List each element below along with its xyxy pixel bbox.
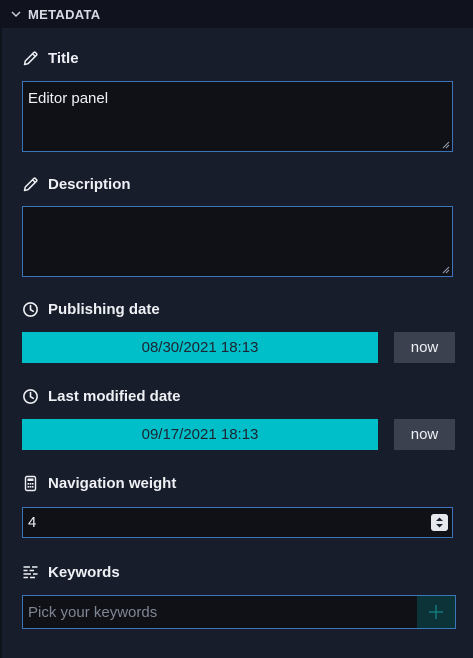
keywords-input[interactable]: Pick your keywords [22,595,456,629]
clock-icon [23,388,38,404]
pencil-icon [23,50,38,65]
description-label: Description [22,175,131,193]
add-keyword-button[interactable] [417,596,455,628]
section-title: METADATA [28,7,101,22]
keywords-label: Keywords [22,563,120,581]
clock-icon [23,301,38,317]
left-rail [0,28,2,658]
metadata-section-header[interactable]: METADATA [0,0,473,28]
resize-grip-icon[interactable] [442,141,450,149]
last-modified-date-input[interactable]: 09/17/2021 18:13 [22,419,378,450]
navigation-weight-value: 4 [28,514,37,531]
last-modified-date-label-text: Last modified date [48,387,181,405]
plus-icon [429,605,443,619]
navigation-weight-input[interactable]: 4 [22,507,453,538]
navigation-weight-label: Navigation weight [22,474,176,492]
number-spinner-icon[interactable] [431,514,448,531]
last-modified-date-label: Last modified date [22,387,181,405]
publishing-date-label-text: Publishing date [48,300,160,318]
title-label-text: Title [48,49,79,67]
description-label-text: Description [48,175,131,193]
title-textarea[interactable]: Editor panel [22,81,453,152]
resize-grip-icon[interactable] [442,266,450,274]
navigation-weight-label-text: Navigation weight [48,474,177,492]
keywords-label-text: Keywords [48,563,120,581]
list-icon [23,565,38,578]
publishing-date-label: Publishing date [22,300,160,318]
keywords-placeholder: Pick your keywords [28,604,158,621]
publishing-date-now-button[interactable]: now [394,332,455,363]
last-modified-date-now-button[interactable]: now [394,419,455,450]
title-label: Title [22,49,79,67]
title-value: Editor panel [28,90,109,107]
description-textarea[interactable] [22,206,453,277]
pencil-icon [23,176,38,191]
publishing-date-input[interactable]: 08/30/2021 18:13 [22,332,378,363]
chevron-down-icon[interactable] [10,8,22,20]
calculator-icon [24,475,37,491]
